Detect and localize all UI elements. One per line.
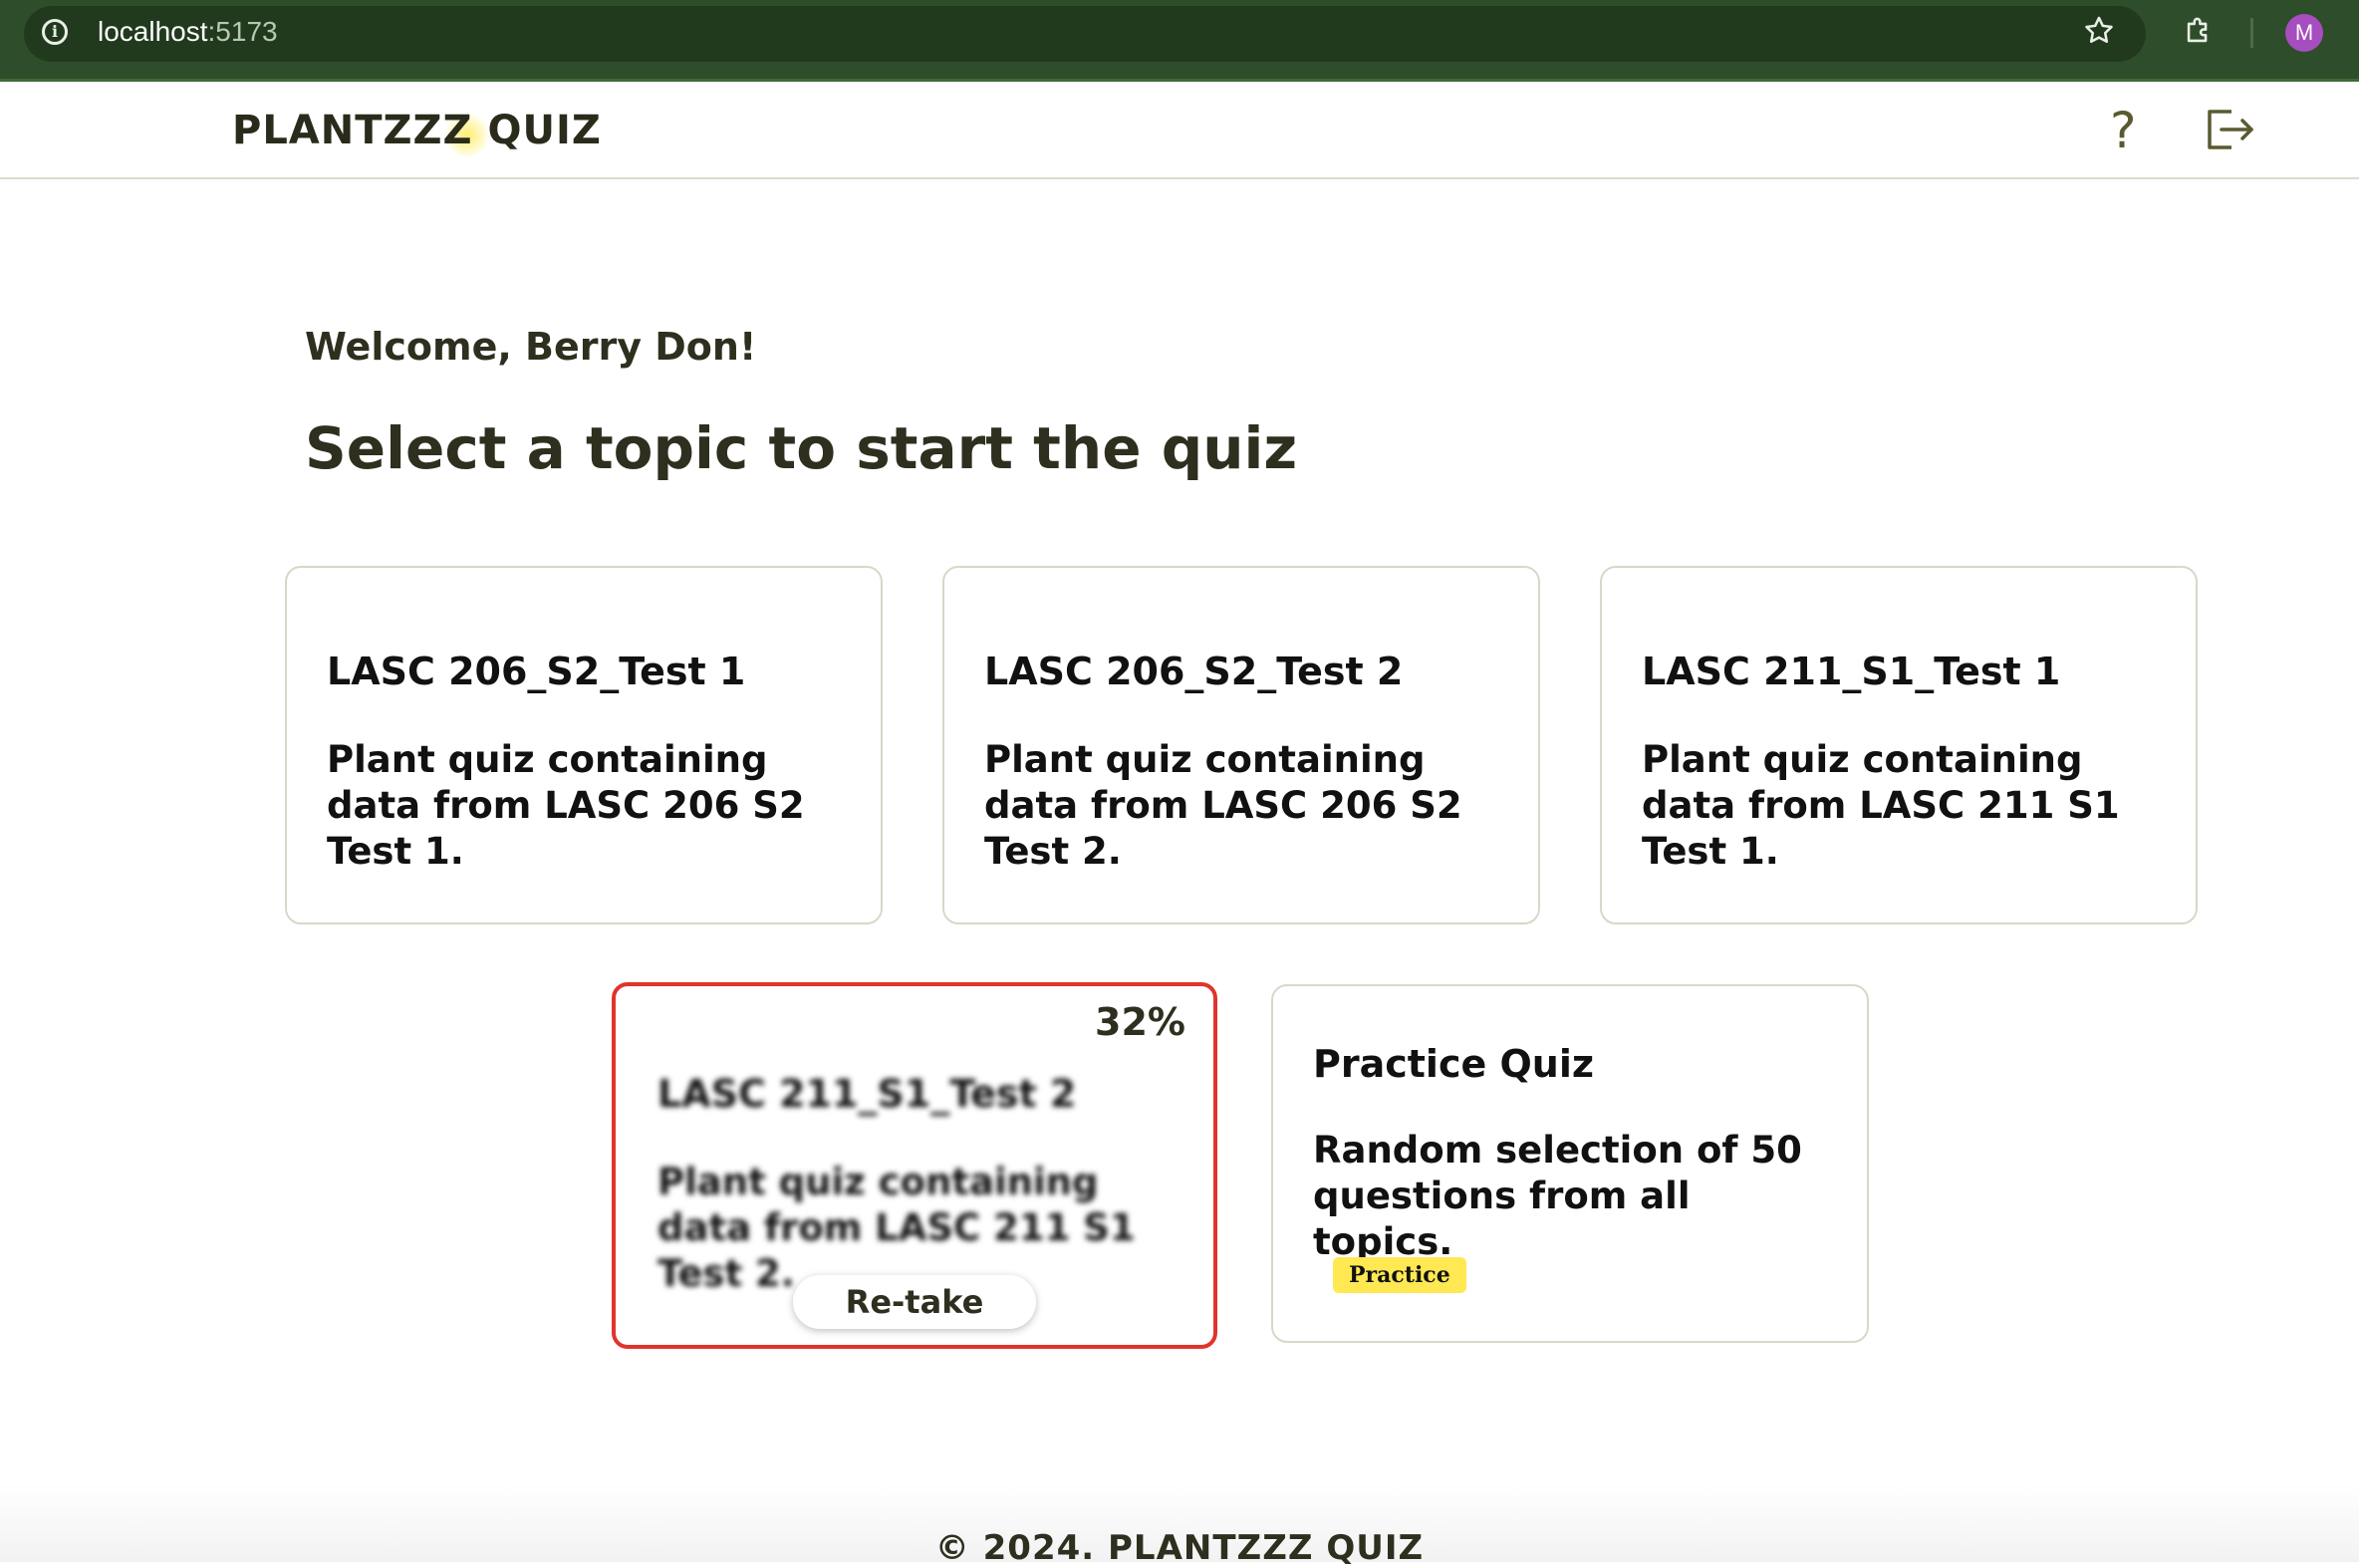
welcome-message: Welcome, Berry Don!: [305, 325, 757, 369]
card-description: Plant quiz containing data from LASC 211…: [1642, 738, 2120, 873]
toolbar-divider: [2250, 18, 2253, 48]
logout-icon[interactable]: [2202, 104, 2257, 155]
card-title: LASC 211_S1_Test 2: [657, 1072, 1077, 1116]
topic-card[interactable]: LASC 206_S2_Test 2 Plant quiz containing…: [942, 566, 1540, 924]
browser-toolbar: i localhost:5173 M: [0, 0, 2359, 79]
practice-quiz-card[interactable]: Practice Quiz Random selection of 50 que…: [1271, 984, 1869, 1343]
card-description: Plant quiz containing data from LASC 206…: [327, 738, 805, 873]
page-title: Select a topic to start the quiz: [305, 414, 1298, 482]
topic-card-completed[interactable]: 32% LASC 211_S1_Test 2 Plant quiz contai…: [612, 982, 1217, 1349]
app-header: PLANTZZZ QUIZ ?: [0, 82, 2359, 179]
extensions-icon[interactable]: [2182, 14, 2216, 48]
card-title: LASC 206_S2_Test 2: [984, 650, 1404, 693]
card-title: LASC 206_S2_Test 1: [327, 650, 746, 693]
practice-badge: Practice: [1333, 1257, 1466, 1293]
card-description: Plant quiz containing data from LASC 206…: [984, 738, 1462, 873]
card-description: Random selection of 50 questions from al…: [1313, 1129, 1802, 1263]
footer-copyright: © 2024. PLANTZZZ QUIZ: [934, 1528, 1425, 1568]
profile-avatar[interactable]: M: [2285, 14, 2323, 52]
retake-button[interactable]: Re-take: [793, 1275, 1036, 1329]
score-badge: 32%: [1095, 1000, 1185, 1044]
help-icon[interactable]: ?: [2110, 102, 2137, 159]
topic-card[interactable]: LASC 206_S2_Test 1 Plant quiz containing…: [285, 566, 883, 924]
card-title: LASC 211_S1_Test 1: [1642, 650, 2061, 693]
url-text[interactable]: localhost:5173: [98, 14, 278, 50]
card-title: Practice Quiz: [1313, 1042, 1594, 1086]
url-host: localhost: [98, 16, 208, 47]
app-logo[interactable]: PLANTZZZ QUIZ: [232, 108, 602, 153]
star-icon[interactable]: [2082, 14, 2116, 48]
info-icon[interactable]: i: [42, 19, 68, 45]
topic-card[interactable]: LASC 211_S1_Test 1 Plant quiz containing…: [1600, 566, 2198, 924]
url-port: :5173: [207, 16, 278, 47]
address-bar[interactable]: [24, 6, 2146, 62]
footer: © 2024. PLANTZZZ QUIZ: [0, 1484, 2359, 1568]
